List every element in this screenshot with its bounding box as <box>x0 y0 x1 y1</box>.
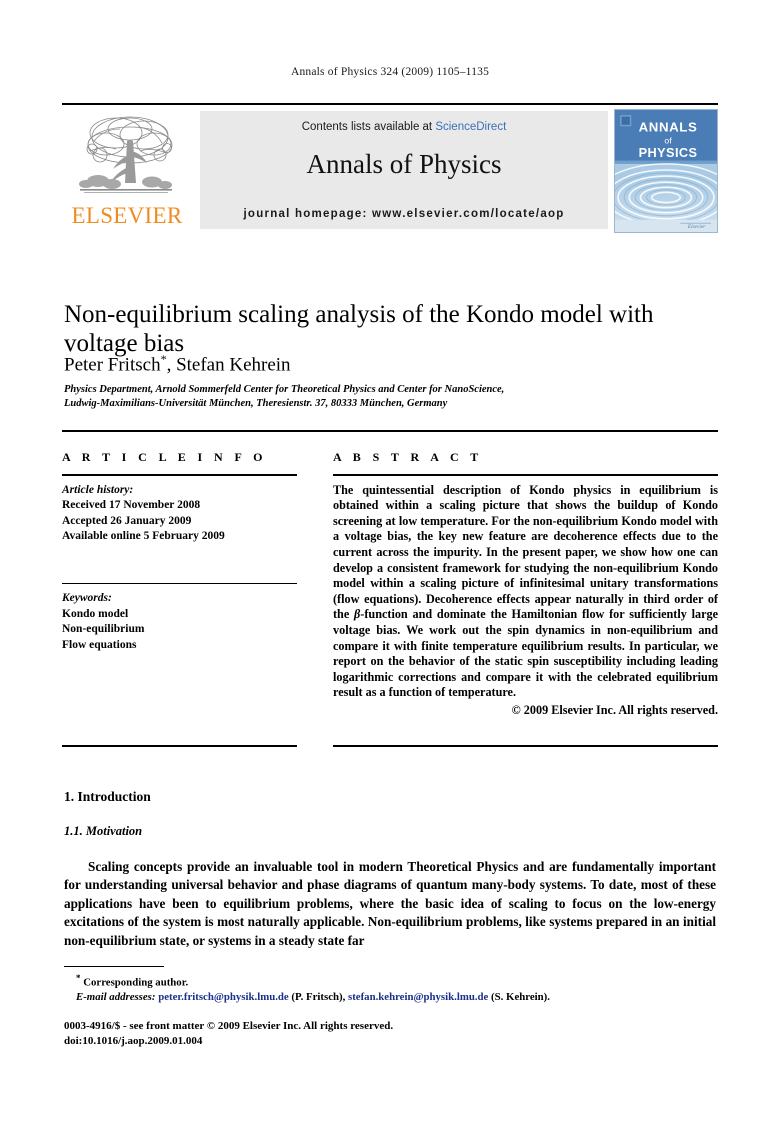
sciencedirect-link[interactable]: ScienceDirect <box>435 121 506 133</box>
article-info-rule <box>62 474 297 476</box>
footnote-divider-rule <box>64 966 164 967</box>
contents-available-line: Contents lists available at ScienceDirec… <box>200 121 608 133</box>
author-primary: Peter Fritsch <box>64 354 161 376</box>
email-owner-kehrein: (S. Kehrein). <box>488 991 550 1004</box>
article-info-heading: A R T I C L E I N F O <box>62 450 267 464</box>
section-heading-introduction: 1. Introduction <box>64 789 151 804</box>
email-addresses-note: E-mail addresses: peter.fritsch@physik.l… <box>64 990 716 1005</box>
article-history-label: Article history: <box>62 483 134 496</box>
doi-line[interactable]: doi:10.1016/j.aop.2009.01.004 <box>64 1034 716 1049</box>
author-secondary: , Stefan Kehrein <box>166 354 291 376</box>
author-list: Peter Fritsch*, Stefan Kehrein <box>64 352 704 376</box>
email-link-fritsch[interactable]: peter.fritsch@physik.lmu.de <box>158 991 289 1003</box>
email-label: E-mail addresses: <box>76 991 156 1004</box>
keyword-item: Kondo model <box>62 607 129 620</box>
running-head: Annals of Physics 324 (2009) 1105–1135 <box>290 66 490 78</box>
contents-prefix-text: Contents lists available at <box>301 121 436 133</box>
abstract-copyright: © 2009 Elsevier Inc. All rights reserved… <box>511 702 718 717</box>
footnote-block: * Corresponding author. E-mail addresses… <box>64 971 716 1005</box>
corresponding-author-note: * Corresponding author. <box>64 971 716 990</box>
article-online-date: Available online 5 February 2009 <box>62 530 225 543</box>
page-title: Non-equilibrium scaling analysis of the … <box>64 300 654 357</box>
abstract-heading: A B S T R A C T <box>333 450 483 464</box>
cover-artwork: ANNALS of PHYSICS Elsevier <box>615 110 717 232</box>
article-received-date: Received 17 November 2008 <box>62 499 201 512</box>
journal-title: Annals of Physics <box>306 149 502 179</box>
footnote-marker: * <box>76 973 81 983</box>
keywords-label: Keywords: <box>62 592 112 605</box>
corresponding-author-text: Corresponding author. <box>83 976 189 989</box>
abstract-text-part-2: -function and dominate the Hamiltonian f… <box>333 607 718 700</box>
keywords-block: Keywords: Kondo model Non-equilibrium Fl… <box>62 582 297 654</box>
author-affiliation: Physics Department, Arnold Sommerfeld Ce… <box>64 383 704 411</box>
svg-text:ANNALS: ANNALS <box>639 119 698 134</box>
email-owner-fritsch: (P. Fritsch), <box>288 991 348 1004</box>
subsection-heading-motivation: 1.1. Motivation <box>64 824 143 838</box>
abstract-text: The quintessential description of Kondo … <box>333 483 718 701</box>
article-accepted-date: Accepted 26 January 2009 <box>62 514 192 527</box>
imprint-block: 0003-4916/$ - see front matter © 2009 El… <box>64 1019 716 1049</box>
journal-masthead: ELSEVIER Contents lists available at Sci… <box>62 103 718 233</box>
email-link-kehrein[interactable]: stefan.kehrein@physik.lmu.de <box>348 991 488 1003</box>
journal-cover-thumbnail[interactable]: ANNALS of PHYSICS Elsevier <box>614 109 718 233</box>
body-paragraph: Scaling concepts provide an invaluable t… <box>64 859 716 948</box>
svg-text:PHYSICS: PHYSICS <box>639 145 698 160</box>
contents-box: Contents lists available at ScienceDirec… <box>200 111 608 229</box>
keyword-item: Flow equations <box>62 638 137 651</box>
elsevier-logo: ELSEVIER <box>64 111 190 229</box>
journal-homepage-link[interactable]: journal homepage: www.elsevier.com/locat… <box>200 208 608 220</box>
elsevier-wordmark: ELSEVIER <box>71 203 183 228</box>
article-page: Annals of Physics 324 (2009) 1105–1135 E… <box>0 0 780 1134</box>
top-divider-rule <box>62 430 718 432</box>
keywords-rule <box>62 582 297 585</box>
abstract-column: A B S T R A C T The quintessential descr… <box>333 450 718 718</box>
affiliation-line-2: Ludwig-Maximilians-Universität München, … <box>64 398 448 409</box>
abstract-bottom-rule <box>333 745 718 747</box>
abstract-text-part-1: The quintessential description of Kondo … <box>333 482 718 622</box>
abstract-rule <box>333 474 718 476</box>
article-info-column: A R T I C L E I N F O Article history: R… <box>62 450 297 653</box>
elsevier-tree-icon <box>79 116 173 193</box>
keyword-item: Non-equilibrium <box>62 623 145 636</box>
issn-front-matter-line: 0003-4916/$ - see front matter © 2009 El… <box>64 1020 394 1032</box>
svg-text:Elsevier: Elsevier <box>687 224 706 230</box>
info-bottom-rule <box>62 745 297 747</box>
affiliation-line-1: Physics Department, Arnold Sommerfeld Ce… <box>64 384 505 395</box>
